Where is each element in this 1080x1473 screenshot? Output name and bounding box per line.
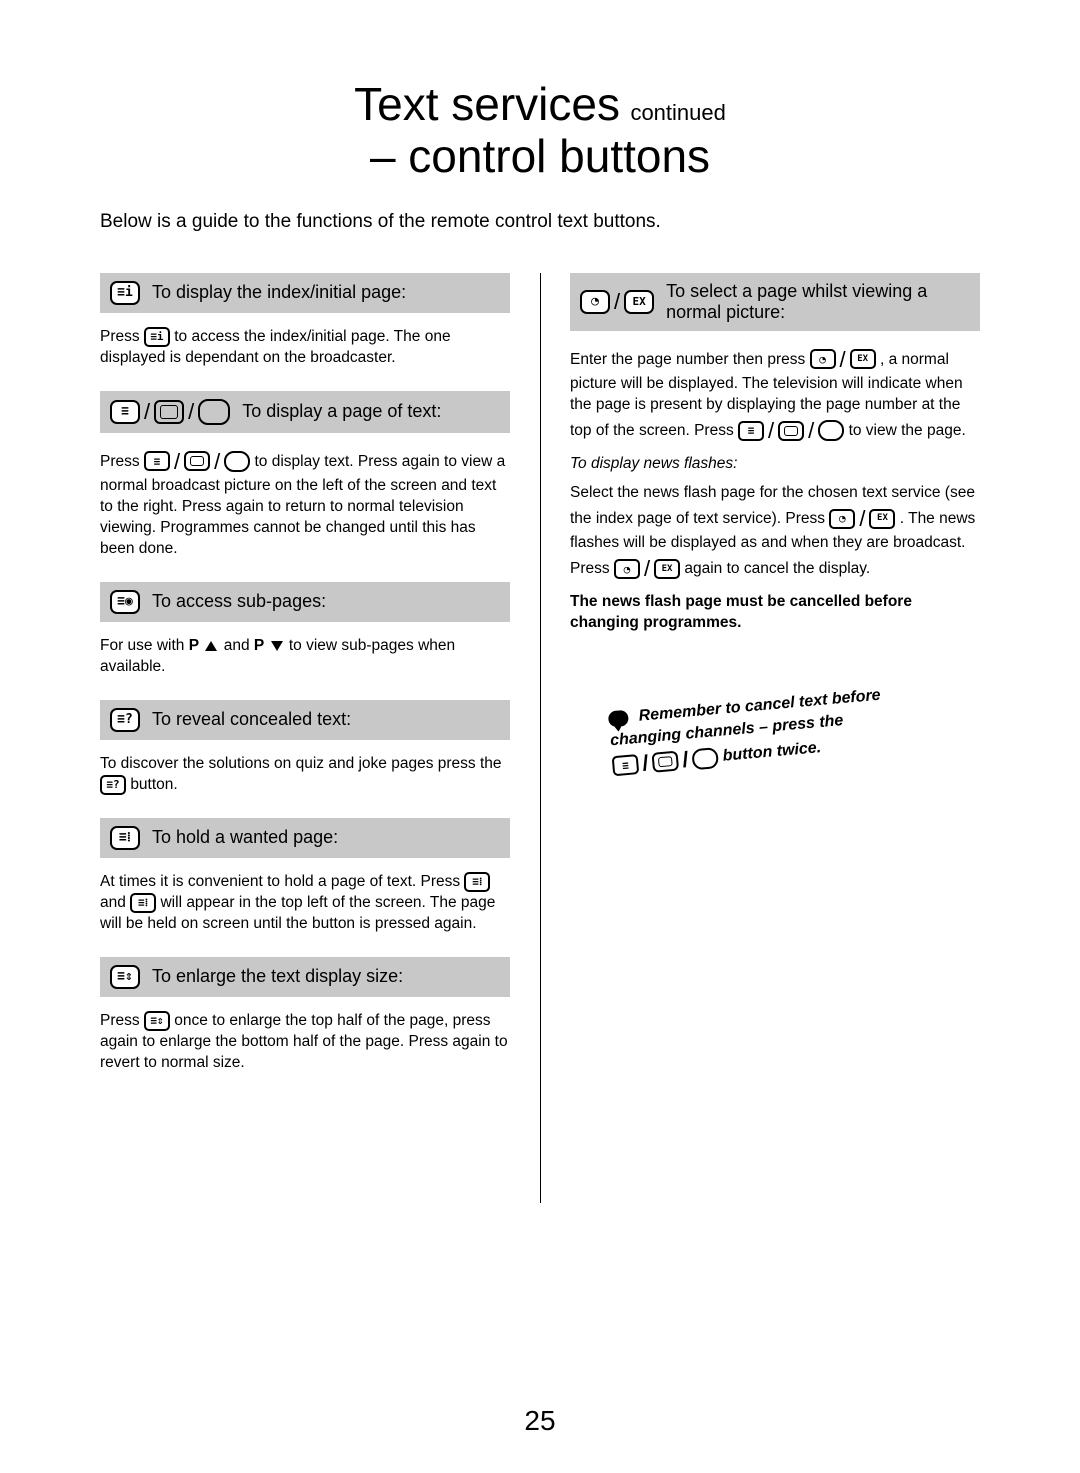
blank-icon <box>224 451 250 472</box>
section-reveal-body: To discover the solutions on quiz and jo… <box>100 754 510 796</box>
hold-icon: ≡⁞ <box>110 826 140 850</box>
intro-text: Below is a guide to the functions of the… <box>100 211 980 233</box>
speech-bubble-icon <box>608 709 629 727</box>
enlarge-icon: ≡⇕ <box>144 1011 170 1031</box>
section-display-text: ≡ / / To display a page of text: <box>100 391 510 433</box>
section-enlarge-body: Press ≡⇕ once to enlarge the top half of… <box>100 1011 510 1074</box>
section-hold-body: At times it is convenient to hold a page… <box>100 872 510 935</box>
tv-icon <box>778 421 804 441</box>
page-title-block: Text services continued – control button… <box>100 80 980 181</box>
teletext-text-icon: ≡ <box>110 400 140 424</box>
reveal-icon: ≡? <box>100 775 126 795</box>
up-arrow-icon <box>205 641 217 651</box>
section-hold: ≡⁞ To hold a wanted page: <box>100 818 510 858</box>
clock-icon: ◔ <box>810 349 836 369</box>
news-flashes-heading: To display news flashes: <box>570 455 737 472</box>
title-main: Text services <box>354 78 620 130</box>
warning-text: The news flash page must be cancelled be… <box>570 593 912 631</box>
page-number: 25 <box>0 1405 1080 1437</box>
left-column: ≡i To display the index/initial page: Pr… <box>100 273 540 1082</box>
section-heading: To reveal concealed text: <box>152 709 351 730</box>
section-display-text-body: Press ≡// to display text. Press again t… <box>100 447 510 560</box>
section-index: ≡i To display the index/initial page: <box>100 273 510 313</box>
title-subtitle: – control buttons <box>100 132 980 180</box>
tv-icon <box>184 451 210 471</box>
section-heading: To display a page of text: <box>242 401 441 422</box>
section-subpages: ≡◉ To access sub-pages: <box>100 582 510 622</box>
teletext-index-icon: ≡i <box>144 327 170 347</box>
ex-icon: EX <box>624 290 654 314</box>
section-reveal: ≡? To reveal concealed text: <box>100 700 510 740</box>
reveal-icon: ≡? <box>110 708 140 732</box>
blank-icon <box>818 420 844 441</box>
section-heading: To hold a wanted page: <box>152 827 338 848</box>
down-arrow-icon <box>271 641 283 651</box>
section-select-page-body: Enter the page number then press ◔/EX , … <box>570 345 980 634</box>
blank-icon <box>198 399 230 425</box>
column-divider <box>540 273 541 1203</box>
ex-icon: EX <box>654 559 680 579</box>
teletext-text-icon: ≡ <box>738 421 764 441</box>
section-heading: To enlarge the text display size: <box>152 966 403 987</box>
section-heading: To select a page whilst viewing a normal… <box>666 281 970 323</box>
clock-icon: ◔ <box>580 290 610 314</box>
title-continued: continued <box>630 100 725 125</box>
subpage-icon: ≡◉ <box>110 590 140 614</box>
remember-note: Remember to cancel text before changing … <box>607 680 942 781</box>
ex-icon: EX <box>869 509 895 529</box>
section-heading: To display the index/initial page: <box>152 282 406 303</box>
clock-icon: ◔ <box>829 509 855 529</box>
enlarge-icon: ≡⇕ <box>110 965 140 989</box>
tv-icon <box>652 750 680 772</box>
tv-icon <box>154 400 184 424</box>
section-subpages-body: For use with P and P to view sub-pages w… <box>100 636 510 678</box>
section-select-page: ◔ / EX To select a page whilst viewing a… <box>570 273 980 331</box>
teletext-index-icon: ≡i <box>110 281 140 305</box>
blank-icon <box>692 746 720 769</box>
hold-icon: ≡⁞ <box>130 893 156 913</box>
section-index-body: Press ≡i to access the index/initial pag… <box>100 327 510 369</box>
clock-icon: ◔ <box>614 559 640 579</box>
ex-icon: EX <box>850 349 876 369</box>
section-enlarge: ≡⇕ To enlarge the text display size: <box>100 957 510 997</box>
hold-icon: ≡⁞ <box>464 872 490 892</box>
teletext-text-icon: ≡ <box>612 754 640 776</box>
teletext-text-icon: ≡ <box>144 451 170 471</box>
section-heading: To access sub-pages: <box>152 591 326 612</box>
right-column: ◔ / EX To select a page whilst viewing a… <box>540 273 980 1082</box>
